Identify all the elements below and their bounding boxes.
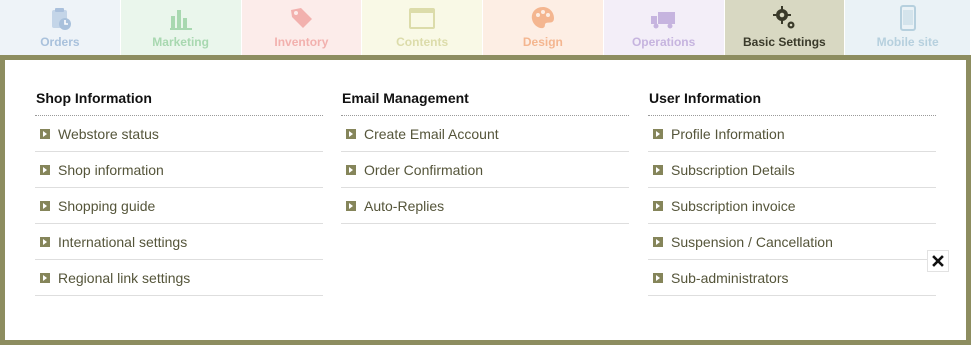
arrow-bullet-icon xyxy=(653,236,663,247)
column-title: Shop Information xyxy=(35,60,323,116)
menu-item-label: International settings xyxy=(58,233,188,250)
cart-clock-icon xyxy=(51,8,71,30)
arrow-bullet-icon xyxy=(40,128,50,139)
menu-item-label: Subscription Details xyxy=(671,161,795,178)
column-email-management: Email Management Create Email Account Or… xyxy=(341,60,629,224)
column-title: User Information xyxy=(648,60,936,116)
page-bottom-strip xyxy=(0,345,971,350)
menu-item-regional-link-settings[interactable]: Regional link settings xyxy=(35,260,323,296)
gears-icon xyxy=(773,6,795,29)
close-panel-button[interactable] xyxy=(927,250,949,272)
arrow-bullet-icon xyxy=(40,164,50,175)
menu-item-suspension-cancellation[interactable]: Suspension / Cancellation xyxy=(648,224,936,260)
tab-label: Inventory xyxy=(274,35,329,49)
tab-operations[interactable]: Operations xyxy=(603,0,725,55)
menu-item-label: Profile Information xyxy=(671,125,785,142)
menu-item-label: Suspension / Cancellation xyxy=(671,233,833,250)
menu-item-webstore-status[interactable]: Webstore status xyxy=(35,116,323,152)
price-tag-icon xyxy=(291,8,313,28)
menu-item-label: Webstore status xyxy=(58,125,159,142)
arrow-bullet-icon xyxy=(346,128,356,139)
truck-icon xyxy=(650,12,675,29)
menu-item-profile-information[interactable]: Profile Information xyxy=(648,116,936,152)
arrow-bullet-icon xyxy=(653,164,663,175)
tab-orders[interactable]: Orders xyxy=(0,0,121,55)
arrow-bullet-icon xyxy=(653,200,663,211)
arrow-bullet-icon xyxy=(346,164,356,175)
menu-item-subscription-details[interactable]: Subscription Details xyxy=(648,152,936,188)
menu-item-shop-information[interactable]: Shop information xyxy=(35,152,323,188)
menu-item-shopping-guide[interactable]: Shopping guide xyxy=(35,188,323,224)
menu-item-label: Regional link settings xyxy=(58,269,191,286)
window-icon xyxy=(409,8,436,29)
palette-icon xyxy=(531,7,554,29)
menu-item-order-confirmation[interactable]: Order Confirmation xyxy=(341,152,629,188)
menu-item-label: Shop information xyxy=(58,161,164,178)
basic-settings-dropdown-panel: Shop Information Webstore status Shop in… xyxy=(0,55,971,345)
menu-item-label: Subscription invoice xyxy=(671,197,796,214)
arrow-bullet-icon xyxy=(40,200,50,211)
bar-chart-icon xyxy=(169,10,192,30)
tab-design[interactable]: Design xyxy=(483,0,604,55)
arrow-bullet-icon xyxy=(346,200,356,211)
arrow-bullet-icon xyxy=(40,236,50,247)
column-user-information: User Information Profile Information Sub… xyxy=(648,60,936,296)
menu-item-label: Order Confirmation xyxy=(364,161,484,178)
menu-item-label: Shopping guide xyxy=(58,197,156,214)
tab-label: Orders xyxy=(40,35,80,49)
tab-basic-settings[interactable]: Basic Settings xyxy=(724,0,846,55)
menu-item-sub-administrators[interactable]: Sub-administrators xyxy=(648,260,936,296)
arrow-bullet-icon xyxy=(40,272,50,283)
column-title: Email Management xyxy=(341,60,629,116)
arrow-bullet-icon xyxy=(653,128,663,139)
column-shop-information: Shop Information Webstore status Shop in… xyxy=(35,60,323,296)
tab-label: Basic Settings xyxy=(743,35,826,49)
tab-label: Contents xyxy=(396,35,449,49)
tab-inventory[interactable]: Inventory xyxy=(241,0,363,55)
menu-item-label: Sub-administrators xyxy=(671,269,789,286)
menu-item-subscription-invoice[interactable]: Subscription invoice xyxy=(648,188,936,224)
arrow-bullet-icon xyxy=(653,272,663,283)
menu-item-auto-replies[interactable]: Auto-Replies xyxy=(341,188,629,224)
tab-label: Marketing xyxy=(152,35,209,49)
close-icon xyxy=(932,255,944,267)
tab-marketing[interactable]: Marketing xyxy=(120,0,242,55)
tab-label: Mobile site xyxy=(876,35,939,49)
tab-label: Design xyxy=(522,35,563,49)
top-navigation-tabs: Orders Marketing Inventory Contents Desi… xyxy=(0,0,971,55)
menu-item-international-settings[interactable]: International settings xyxy=(35,224,323,260)
menu-item-create-email-account[interactable]: Create Email Account xyxy=(341,116,629,152)
menu-item-label: Create Email Account xyxy=(364,125,499,142)
menu-item-label: Auto-Replies xyxy=(364,197,445,214)
smartphone-icon xyxy=(899,5,916,31)
tab-label: Operations xyxy=(631,35,696,49)
tab-contents[interactable]: Contents xyxy=(362,0,483,55)
tab-mobile-site[interactable]: Mobile site xyxy=(845,0,971,55)
